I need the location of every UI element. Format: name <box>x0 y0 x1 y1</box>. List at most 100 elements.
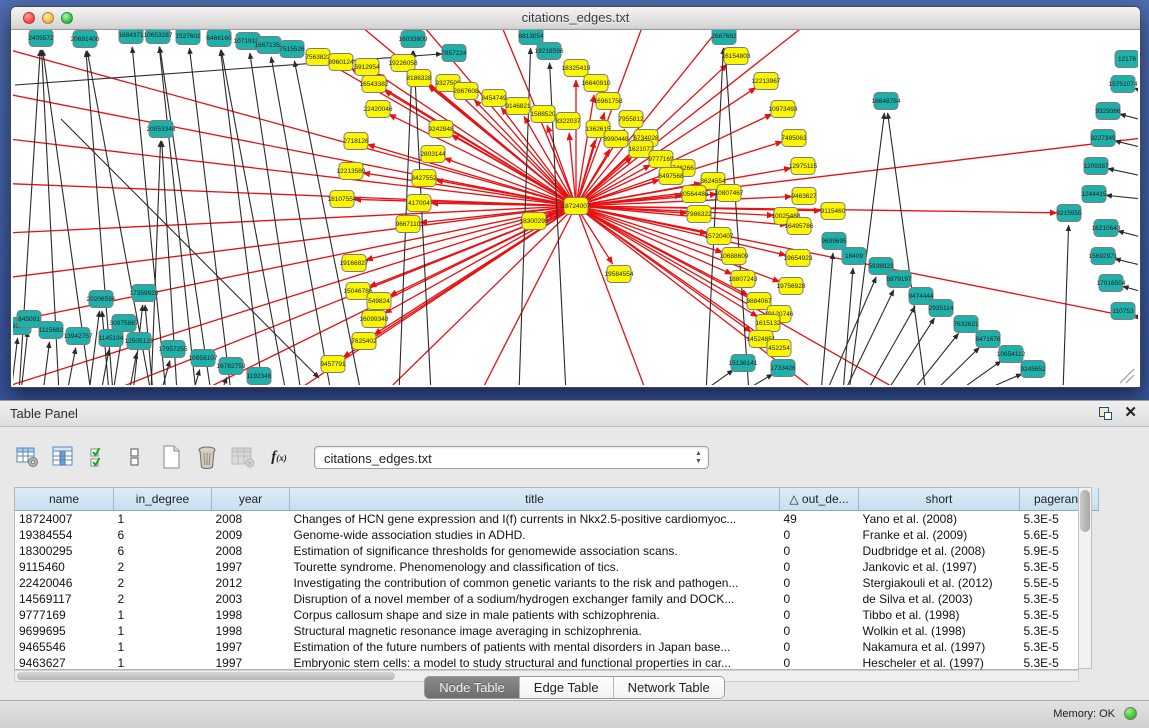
table-cell[interactable]: Changes of HCN gene expression and I(f) … <box>290 511 780 528</box>
graph-node[interactable]: 1192346 <box>247 368 272 385</box>
table-cell[interactable]: Corpus callosum shape and size in male p… <box>290 607 780 623</box>
graph-node[interactable]: 845081 <box>17 311 41 328</box>
row-height-icon[interactable] <box>122 444 148 470</box>
graph-node[interactable]: 16961758 <box>594 93 623 110</box>
table-cell[interactable]: Investigating the contribution of common… <box>290 575 780 591</box>
graph-node[interactable]: 16640910 <box>582 75 611 92</box>
table-cell[interactable]: Nakamura et al. (1997) <box>859 639 1020 655</box>
table-cell[interactable]: 0 <box>780 607 859 623</box>
table-cell[interactable]: Dudbridge et al. (2008) <box>859 543 1020 559</box>
graph-node[interactable]: 9227349 <box>1090 130 1116 147</box>
graph-node[interactable]: 19756928 <box>777 278 806 295</box>
citation-edge-black[interactable] <box>189 48 231 385</box>
table-cell[interactable]: 0 <box>780 575 859 591</box>
graph-node[interactable]: 12505123 <box>125 333 154 350</box>
graph-node[interactable]: 15692971 <box>1089 248 1118 265</box>
table-cell[interactable]: Tibbo et al. (1998) <box>859 607 1020 623</box>
table-cell[interactable]: 1 <box>114 623 212 639</box>
graph-node[interactable]: 7632621 <box>953 316 979 333</box>
graph-node[interactable]: 7515526 <box>279 41 305 58</box>
close-panel-icon[interactable]: ✕ <box>1124 405 1137 420</box>
graph-node[interactable]: 9777169 <box>648 151 674 168</box>
table-cell[interactable]: 1 <box>114 607 212 623</box>
table-cell[interactable]: Wolkin et al. (1998) <box>859 623 1020 639</box>
memory-indicator-icon[interactable] <box>1124 707 1137 720</box>
graph-node[interactable]: 30975887 <box>110 315 139 332</box>
citation-edge-red[interactable] <box>461 206 576 385</box>
citation-edge-black[interactable] <box>933 347 979 385</box>
table-row[interactable]: 1872400712008Changes of HCN gene express… <box>15 511 1099 528</box>
graph-node[interactable]: 17359928 <box>130 285 159 302</box>
table-cell[interactable]: 1998 <box>212 607 290 623</box>
graph-node[interactable]: 16648784 <box>872 93 901 110</box>
graph-node[interactable]: 16782759 <box>217 358 246 375</box>
table-cell[interactable]: 19384554 <box>15 527 114 543</box>
graph-node[interactable]: 10653287 <box>144 30 173 44</box>
table-row[interactable]: 946554611997Estimation of the future num… <box>15 639 1099 655</box>
window-minimize-button[interactable] <box>42 12 54 24</box>
graph-node[interactable]: 1527602 <box>175 30 201 45</box>
graph-node[interactable]: 8960124 <box>328 54 354 71</box>
table-cell[interactable]: Structural magnetic resonance image aver… <box>290 623 780 639</box>
graph-node[interactable]: 18325419 <box>562 60 591 77</box>
column-checklist-icon[interactable] <box>86 444 112 470</box>
graph-node[interactable]: 8427552 <box>411 170 437 187</box>
graph-node[interactable]: 10654112 <box>997 346 1026 363</box>
delete-icon[interactable] <box>194 444 220 470</box>
table-cell[interactable]: 0 <box>780 543 859 559</box>
window-close-button[interactable] <box>23 12 35 24</box>
table-cell[interactable]: Jankovic et al. (1997) <box>859 559 1020 575</box>
citation-edge-red[interactable] <box>13 206 576 286</box>
resize-grip-icon[interactable] <box>1120 369 1134 383</box>
table-cell[interactable]: 9777169 <box>15 607 114 623</box>
table-cell[interactable]: 2008 <box>212 511 290 528</box>
table-cell[interactable]: de Silva et al. (2003) <box>859 591 1020 607</box>
citation-edge-black[interactable] <box>1106 195 1138 201</box>
graph-node[interactable]: 10973493 <box>769 101 798 118</box>
citation-edge-black[interactable] <box>89 311 99 385</box>
citation-edge-red[interactable] <box>576 206 1138 331</box>
graph-node[interactable]: 110753 <box>1111 303 1135 320</box>
table-row[interactable]: 969969511998Structural magnetic resonanc… <box>15 623 1099 639</box>
table-cell[interactable]: 6 <box>114 527 212 543</box>
window-titlebar[interactable]: citations_edges.txt <box>11 7 1140 30</box>
table-cell[interactable]: 0 <box>780 655 859 671</box>
citation-edge-black[interactable] <box>1118 231 1138 242</box>
table-cell[interactable]: 1 <box>114 655 212 671</box>
graph-node[interactable]: 1145194 <box>99 330 124 347</box>
citation-edge-black[interactable] <box>294 61 361 385</box>
graph-node[interactable]: 9463627 <box>791 188 817 205</box>
column-header-title[interactable]: title <box>290 488 780 511</box>
table-cell[interactable]: 0 <box>780 639 859 655</box>
graph-node[interactable]: 16495786 <box>785 218 814 235</box>
column-header-year[interactable]: year <box>212 488 290 511</box>
citation-edge-black[interactable] <box>956 361 1001 385</box>
graph-node[interactable]: 19584554 <box>605 266 634 283</box>
table-cell[interactable]: Yano et al. (2008) <box>859 511 1020 528</box>
table-cell[interactable]: Disruption of a novel member of a sodium… <box>290 591 780 607</box>
table-cell[interactable]: 1997 <box>212 559 290 575</box>
graph-node[interactable]: 12213967 <box>752 73 781 90</box>
graph-node[interactable]: 8322037 <box>555 113 581 130</box>
table-cell[interactable]: 2009 <box>212 527 290 543</box>
table-cell[interactable]: 9465546 <box>15 639 114 655</box>
citation-edge-black[interactable] <box>911 333 959 385</box>
citation-edge-black[interactable] <box>725 48 749 385</box>
graph-node[interactable]: 10688609 <box>720 248 749 265</box>
citation-edge-black[interactable] <box>978 374 1022 385</box>
graph-node[interactable]: 20691406 <box>71 31 100 48</box>
graph-node[interactable]: 2687682 <box>711 30 737 45</box>
graph-node[interactable]: 20564486 <box>680 186 709 203</box>
table-cell[interactable]: Hescheler et al. (1997) <box>859 655 1020 671</box>
table-cell[interactable]: 18724007 <box>15 511 114 528</box>
graph-node[interactable]: 549824 <box>367 293 391 310</box>
table-cell[interactable]: 2008 <box>212 543 290 559</box>
graph-node[interactable]: 18807243 <box>729 271 758 288</box>
table-row[interactable]: 977716911998Corpus callosum shape and si… <box>15 607 1099 623</box>
table-cell[interactable]: 14569117 <box>15 591 114 607</box>
graph-node[interactable]: 2405572 <box>28 30 54 47</box>
table-cell[interactable]: 1 <box>114 639 212 655</box>
graph-node[interactable]: 7485063 <box>781 130 807 147</box>
graph-node[interactable]: 19218596 <box>535 43 564 60</box>
table-row[interactable]: 2242004622012Investigating the contribut… <box>15 575 1099 591</box>
